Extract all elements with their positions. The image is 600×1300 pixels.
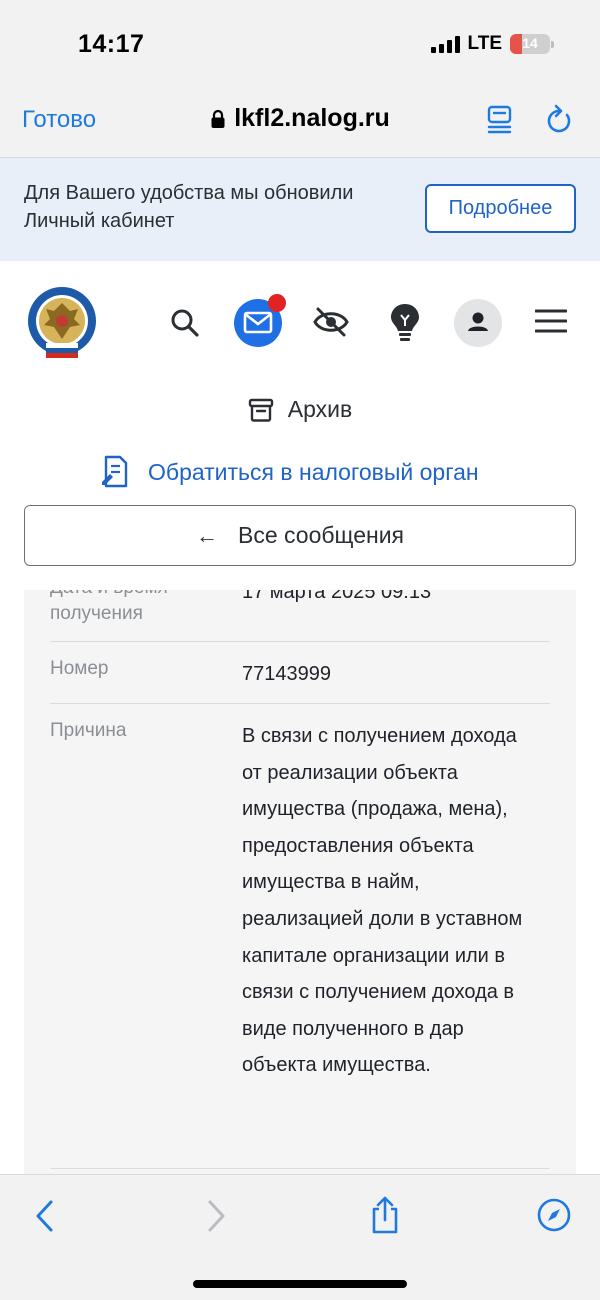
site-header — [0, 261, 600, 386]
document-pen-icon — [102, 455, 128, 488]
row-value: В связи с получением дохода от реализаци… — [242, 725, 523, 1077]
forward-icon[interactable] — [205, 1199, 227, 1233]
row-value: 17 марта 2025 09:13 — [242, 590, 432, 603]
battery-nub — [551, 40, 554, 48]
details-row-date: Дата и время получения 17 марта 2025 09:… — [50, 590, 550, 642]
search-icon[interactable] — [170, 308, 200, 338]
appeal-label: Обратиться в налоговый орган — [148, 458, 479, 485]
row-label: Номер — [50, 658, 109, 679]
archive-link[interactable]: Архив — [0, 396, 600, 423]
more-info-button[interactable]: Подробнее — [425, 184, 576, 233]
url-text: lkfl2.nalog.ru — [234, 104, 390, 132]
reload-icon[interactable] — [543, 103, 575, 137]
mail-icon[interactable] — [233, 293, 289, 349]
browser-toolbar: Готово lkfl2.nalog.ru — [0, 90, 600, 158]
hint-bulb-icon[interactable] — [388, 301, 422, 343]
battery-level: 14 — [522, 35, 538, 51]
home-indicator — [193, 1280, 407, 1288]
arrow-left-icon: ← — [196, 522, 218, 548]
details-row-number: Номер 77143999 — [50, 642, 550, 704]
browser-bottom-bar — [0, 1174, 600, 1300]
details-row-reason: Причина В связи с получением дохода от р… — [50, 704, 550, 1169]
compass-icon[interactable] — [536, 1197, 572, 1233]
all-messages-button[interactable]: ← Все сообщения — [24, 505, 576, 566]
message-details-panel: Дата и время получения 17 марта 2025 09:… — [24, 590, 576, 1174]
row-value: 77143999 — [242, 663, 331, 685]
back-icon[interactable] — [34, 1199, 56, 1233]
appeal-tax-authority-link[interactable]: Обратиться в налоговый орган — [100, 454, 479, 490]
archive-label: Архив — [287, 396, 353, 422]
banner-text: Для Вашего удобства мы обновили Личный к… — [24, 182, 354, 232]
network-type: LTE — [467, 33, 502, 54]
menu-icon[interactable] — [535, 308, 567, 334]
profile-icon[interactable] — [453, 298, 503, 348]
update-banner: Для Вашего удобства мы обновили Личный к… — [0, 158, 600, 261]
archive-box-icon — [248, 398, 273, 422]
share-icon[interactable] — [368, 1195, 402, 1235]
lock-icon — [211, 109, 225, 128]
signal-icon — [430, 35, 460, 53]
reader-mode-icon[interactable] — [485, 104, 515, 134]
status-bar: 14:17 LTE 14 — [0, 0, 600, 90]
status-time: 14:17 — [78, 30, 145, 58]
hide-sensitive-icon[interactable] — [312, 305, 350, 339]
battery-icon: 14 — [510, 34, 550, 54]
status-indicators: LTE 14 — [430, 33, 554, 55]
fns-emblem-icon[interactable] — [26, 285, 98, 361]
row-label: Дата и время получения — [50, 590, 168, 624]
row-label: Причина — [50, 720, 127, 741]
notification-badge — [268, 294, 286, 312]
all-messages-label: Все сообщения — [238, 522, 404, 548]
